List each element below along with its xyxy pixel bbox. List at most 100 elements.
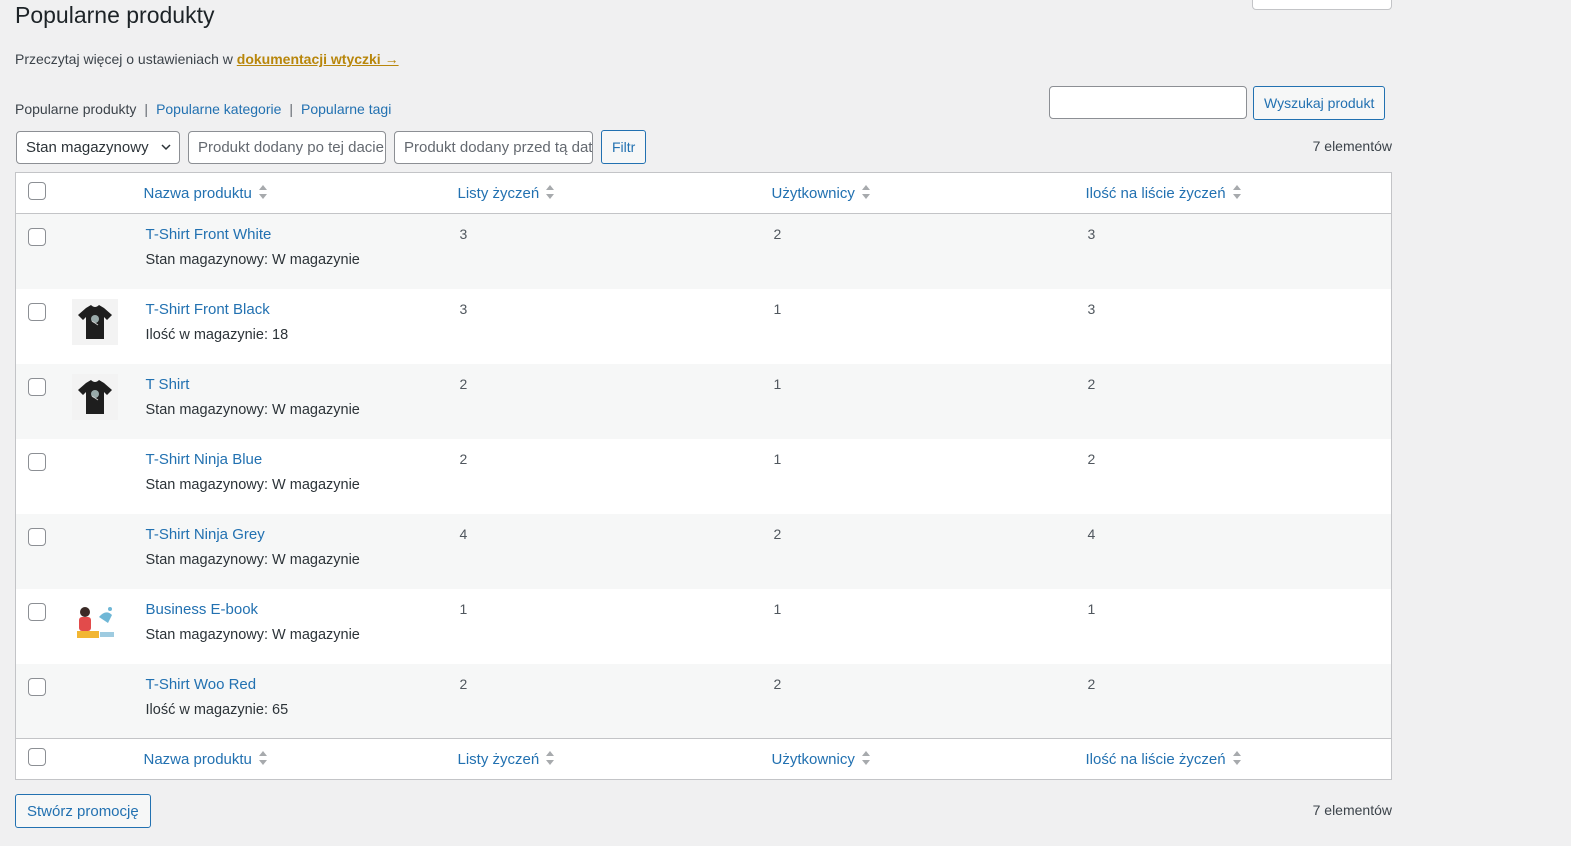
- stock-status: Ilość w magazynie: 65: [145, 701, 289, 718]
- product-link[interactable]: T-Shirt Woo Red: [146, 676, 458, 693]
- column-wishlists-footer[interactable]: Listy życzeń: [458, 739, 772, 780]
- quantity-count: 2: [1087, 675, 1096, 692]
- row-name-cell: Business E-book Stan magazynowy: W magazy…: [144, 589, 458, 664]
- select-all-checkbox[interactable]: [28, 182, 46, 200]
- table-header-row: Nazwa produktu Listy życzeń Użytkownicy …: [15, 173, 1392, 214]
- sort-icon: [861, 185, 870, 199]
- tshirt-thumbnail-icon: [71, 298, 118, 345]
- view-popular-categories[interactable]: Popularne kategorie: [156, 101, 281, 117]
- table-row: T-Shirt Front Black Ilość w magazynie: 18…: [16, 289, 1392, 364]
- column-users-footer[interactable]: Użytkownicy: [772, 739, 1086, 780]
- column-name-header[interactable]: Nazwa produktu: [144, 173, 458, 214]
- row-name-cell: T-Shirt Ninja Blue Stan magazynowy: W mag…: [144, 439, 458, 514]
- date-after-input[interactable]: Produkt dodany po tej dacie: [188, 130, 386, 164]
- table-body: T-Shirt Front White Stan magazynowy: W ma…: [15, 213, 1392, 739]
- quantity-count: 1: [1087, 600, 1096, 617]
- product-link[interactable]: T-Shirt Front White: [146, 226, 458, 243]
- stock-status: Ilość w magazynie: 18: [145, 326, 289, 343]
- column-name-footer[interactable]: Nazwa produktu: [144, 739, 458, 780]
- product-link[interactable]: Business E-book: [146, 601, 458, 618]
- column-quantity-label: Ilość na liście życzeń: [1085, 751, 1226, 768]
- thumbnail-footer: [60, 739, 144, 780]
- view-separator: |: [289, 101, 294, 117]
- stock-status: Stan magazynowy: W magazynie: [145, 626, 360, 643]
- tshirt-thumbnail-icon: [71, 373, 118, 420]
- column-users-label: Użytkownicy: [771, 751, 855, 768]
- docs-prefix: Przeczytaj więcej o ustawieniach w: [15, 51, 233, 67]
- column-users-label: Użytkownicy: [771, 185, 855, 202]
- row-thumbnail: [60, 664, 144, 739]
- wishlists-count: 2: [459, 450, 468, 467]
- quantity-count: 4: [1087, 525, 1096, 542]
- sort-icon: [546, 751, 555, 765]
- row-thumbnail: [60, 439, 144, 514]
- search-button[interactable]: Wyszukaj produkt: [1253, 86, 1386, 120]
- stock-status: Stan magazynowy: W magazynie: [145, 551, 360, 568]
- filter-button[interactable]: Filtr: [601, 130, 647, 164]
- users-count: 1: [773, 375, 782, 392]
- row-name-cell: T-Shirt Ninja Grey Stan magazynowy: W mag…: [144, 514, 458, 589]
- row-checkbox[interactable]: [28, 602, 46, 621]
- stock-status-select-value: Stan magazynowy: [26, 138, 149, 156]
- sort-icon: [258, 751, 267, 765]
- quantity-count: 2: [1087, 375, 1096, 392]
- items-count-bottom: 7 elementów: [1312, 802, 1392, 818]
- docs-notice: Przeczytaj więcej o ustawieniach w dokum…: [15, 51, 399, 67]
- date-before-input[interactable]: Produkt dodany przed tą datą: [394, 130, 593, 164]
- row-thumbnail: [60, 514, 144, 589]
- sort-icon: [1232, 751, 1241, 765]
- docs-link[interactable]: dokumentacji wtyczki →: [237, 51, 399, 67]
- filter-bar: Stan magazynowy Produkt dodany po tej da…: [16, 130, 647, 164]
- search-input[interactable]: [1049, 86, 1247, 119]
- search-box: Wyszukaj produkt: [1049, 86, 1386, 120]
- wishlists-count: 1: [459, 600, 468, 617]
- row-checkbox[interactable]: [28, 527, 46, 546]
- select-all-checkbox-footer[interactable]: [28, 748, 46, 766]
- row-thumbnail: [60, 289, 144, 364]
- row-checkbox-cell: [16, 589, 60, 664]
- select-all-cell-footer: [16, 739, 60, 780]
- stock-status: Stan magazynowy: W magazynie: [145, 252, 360, 268]
- column-wishlists-header[interactable]: Listy życzeń: [458, 173, 772, 214]
- table-footer-row: Nazwa produktu Listy życzeń Użytkownicy …: [15, 738, 1392, 780]
- column-quantity-label: Ilość na liście życzeń: [1085, 185, 1226, 202]
- row-thumbnail: [60, 214, 144, 289]
- row-checkbox[interactable]: [28, 677, 46, 696]
- column-wishlists-label: Listy życzeń: [457, 185, 540, 202]
- table-row: T Shirt Stan magazynowy: W magazynie 2 1 2: [15, 363, 1392, 439]
- sort-icon: [1232, 185, 1241, 199]
- row-checkbox[interactable]: [28, 228, 46, 246]
- quantity-count: 3: [1087, 226, 1096, 242]
- view-popular-products[interactable]: Popularne produkty: [15, 101, 136, 117]
- stock-status-select[interactable]: Stan magazynowy: [16, 130, 180, 164]
- column-users-header[interactable]: Użytkownicy: [772, 173, 1086, 214]
- column-quantity-header[interactable]: Ilość na liście życzeń: [1086, 173, 1392, 214]
- wishlists-count: 2: [459, 675, 468, 692]
- view-popular-tags[interactable]: Popularne tagi: [301, 101, 391, 117]
- wishlists-count: 4: [459, 525, 468, 542]
- screen-options-button[interactable]: [1252, 0, 1392, 10]
- product-link[interactable]: T-Shirt Ninja Blue: [146, 451, 458, 468]
- row-name-cell: T Shirt Stan magazynowy: W magazynie: [144, 364, 458, 439]
- chevron-down-icon: [161, 144, 171, 151]
- row-checkbox-cell: [16, 364, 60, 439]
- table-row: T-Shirt Front White Stan magazynowy: W ma…: [15, 213, 1392, 289]
- product-link[interactable]: T-Shirt Ninja Grey: [146, 526, 458, 543]
- table-row: T-Shirt Ninja Blue Stan magazynowy: W mag…: [16, 439, 1392, 514]
- users-count: 2: [773, 675, 782, 692]
- quantity-count: 2: [1087, 450, 1096, 467]
- create-promotion-button[interactable]: Stwórz promocję: [15, 794, 151, 828]
- product-link[interactable]: T Shirt: [146, 376, 458, 393]
- page-title: Popularne produkty: [15, 2, 215, 28]
- row-checkbox[interactable]: [28, 302, 46, 321]
- ebook-thumbnail-icon: [71, 598, 118, 645]
- view-separator: |: [144, 101, 149, 117]
- product-link[interactable]: T-Shirt Front Black: [146, 301, 458, 318]
- products-table: Nazwa produktu Listy życzeń Użytkownicy …: [15, 172, 1392, 780]
- row-checkbox[interactable]: [28, 377, 46, 396]
- row-name-cell: T-Shirt Front White Stan magazynowy: W ma…: [144, 214, 458, 289]
- wishlists-count: 3: [459, 300, 468, 317]
- table-row: T-Shirt Woo Red Ilość w magazynie: 65 2 2 2: [15, 663, 1392, 739]
- column-quantity-footer[interactable]: Ilość na liście życzeń: [1086, 739, 1392, 780]
- row-checkbox[interactable]: [28, 452, 46, 471]
